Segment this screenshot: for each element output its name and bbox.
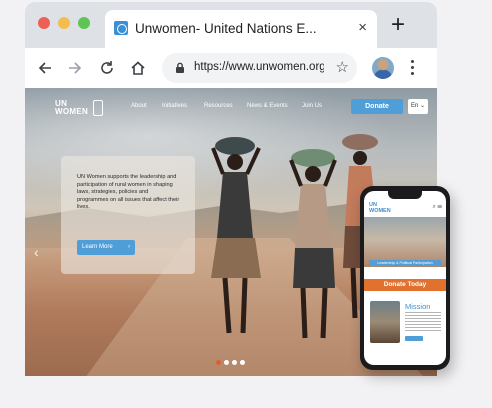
browser-toolbar: https://www.unwomen.org/en ☆ [25,48,437,88]
maximize-window-button[interactable] [78,17,90,29]
language-select[interactable]: En ⌄ [408,99,428,114]
tab-close-icon[interactable]: × [358,19,367,37]
minimize-window-button[interactable] [58,17,70,29]
mobile-slider-dots: ●●●● [396,269,410,274]
more-vert-icon[interactable] [411,60,415,76]
slider-dot[interactable] [216,360,221,365]
language-label: En [411,103,419,109]
mobile-mission-text [405,312,441,332]
nav-join-us[interactable]: Join Us [302,103,322,109]
profile-avatar[interactable] [372,57,394,79]
mobile-logo-women: WOMEN [369,207,391,214]
slider-dot[interactable] [232,360,237,365]
mobile-donate-today: Donate Today [364,279,446,291]
learn-more-label: Learn More [82,244,113,250]
donate-button[interactable]: Donate [351,99,403,114]
logo-women-text: WOMEN [55,107,89,116]
back-arrow-icon[interactable] [37,60,53,76]
mobile-mission-title: Mission [405,302,431,311]
phone-notch [388,191,422,199]
address-bar[interactable]: https://www.unwomen.org/en ☆ [162,53,357,83]
nav-initiatives[interactable]: Initiatives [162,103,187,109]
mobile-screen: UN WOMEN ⌕ ☰ Leadership & Political Part… [364,191,446,365]
close-window-button[interactable] [38,17,50,29]
reload-icon[interactable] [99,60,115,76]
slider-dot[interactable] [224,360,229,365]
hero-photo-women-carrying-basins [211,134,381,339]
mobile-hero-caption: Leadership & Political Participation [369,260,441,266]
unwomen-logo[interactable]: UN WOMEN [55,100,103,116]
mobile-hero-image: Leadership & Political Participation ●●●… [364,217,446,274]
tab-unwomen[interactable]: Unwomen- United Nations E... × [105,10,377,48]
learn-more-button[interactable]: Learn More › [77,240,135,255]
mobile-menu-icon: ⌕ ☰ [432,204,442,210]
mobile-mission-photo [370,301,400,343]
un-emblem-icon [93,100,103,116]
mobile-mission-button [405,336,423,341]
tab-title: Unwomen- United Nations E... [135,21,317,36]
home-icon[interactable] [130,60,146,76]
nav-about[interactable]: About [131,103,147,109]
chevron-right-icon: › [128,244,130,250]
mobile-phone-mockup: UN WOMEN ⌕ ☰ Leadership & Political Part… [360,186,450,370]
un-favicon-icon [114,21,128,35]
slider-dots [216,352,248,370]
lock-icon [173,61,187,75]
hero-text: UN Women supports the leadership and par… [77,174,180,211]
slider-dot[interactable] [240,360,245,365]
slider-prev-icon[interactable]: ‹ [34,244,39,260]
nav-news-events[interactable]: News & Events [247,103,288,109]
url-text: https://www.unwomen.org/en [194,61,324,73]
nav-resources[interactable]: Resources [204,103,233,109]
forward-arrow-icon[interactable] [67,60,83,76]
mobile-unwomen-logo: UN WOMEN [369,202,391,214]
hero-card: UN Women supports the leadership and par… [61,156,195,274]
tab-bar: Unwomen- United Nations E... × + [25,2,437,48]
star-icon[interactable]: ☆ [336,59,349,77]
new-tab-button[interactable]: + [391,12,405,38]
